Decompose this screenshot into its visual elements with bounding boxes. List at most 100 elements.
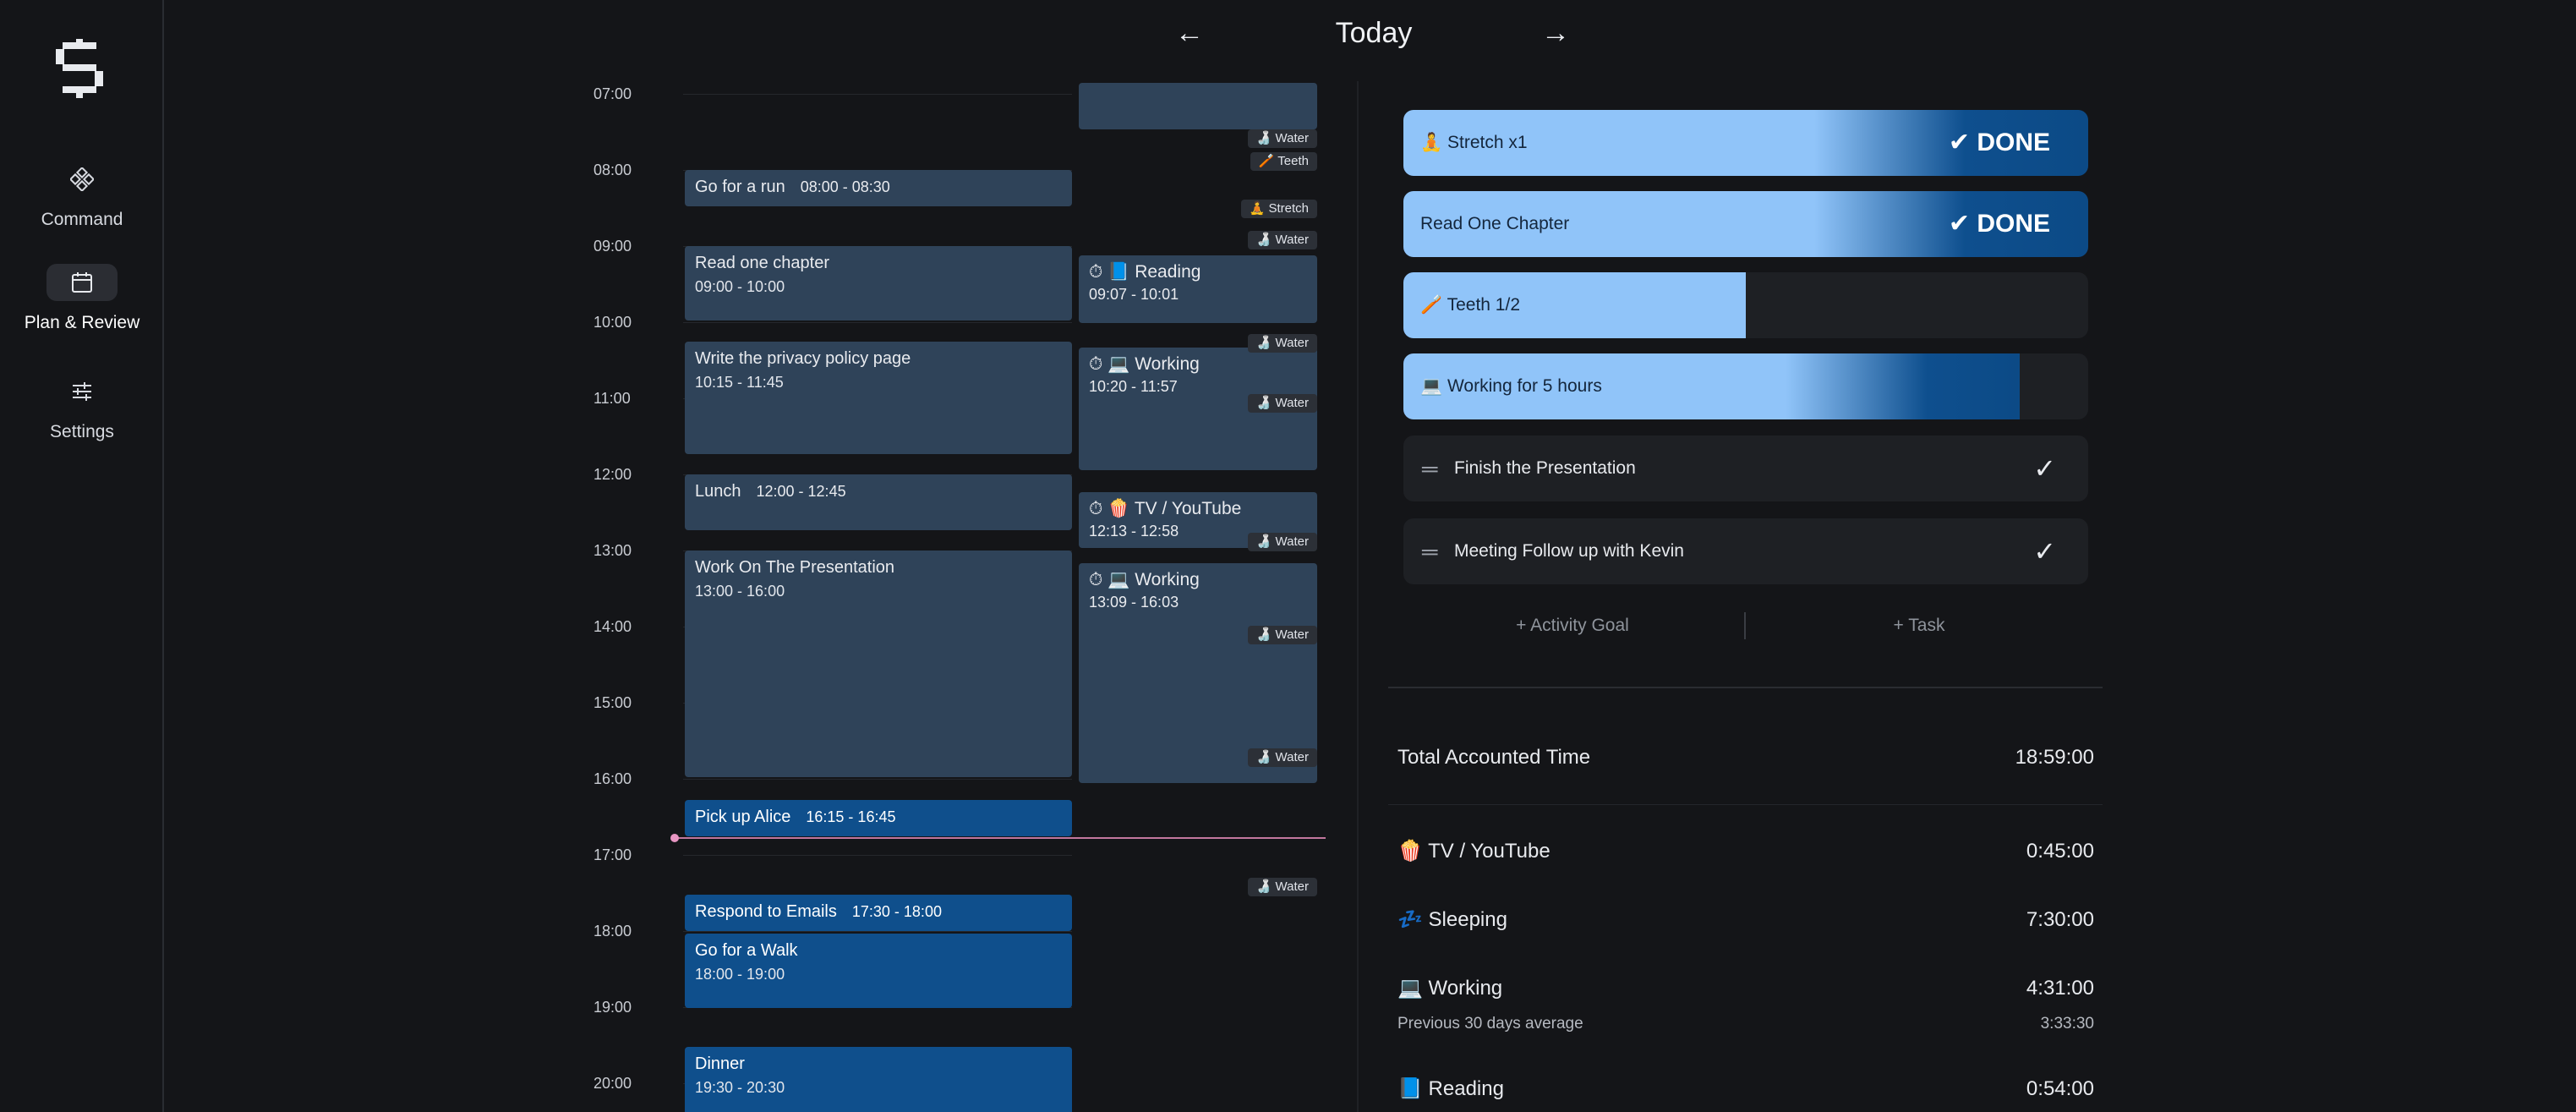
calendar-event[interactable]: Go for a Walk 18:00 - 19:00 xyxy=(685,934,1072,1008)
activity-goal[interactable]: 💻 Working for 5 hours xyxy=(1403,353,2088,419)
event-time: 17:30 - 18:00 xyxy=(851,903,942,920)
stat-label: 💤 Sleeping xyxy=(1397,908,1507,931)
event-title: Dinner xyxy=(695,1054,745,1073)
event-time: 18:00 - 19:00 xyxy=(695,966,785,983)
activity-title: ⏱ 💻 Working xyxy=(1089,354,1200,374)
stat-value: 0:54:00 xyxy=(2026,1077,2094,1100)
divider xyxy=(1744,612,1746,639)
calendar-event[interactable]: Work On The Presentation 13:00 - 16:00 xyxy=(685,551,1072,777)
habit-chip-teeth[interactable]: 🪥 Teeth xyxy=(1250,152,1317,171)
activity-title: ⏱ 📘 Reading xyxy=(1089,262,1201,282)
task-item[interactable]: ═ Finish the Presentation ✓ xyxy=(1403,435,2088,501)
stat-label: 💻 Working xyxy=(1397,977,1503,1000)
activity-time: 13:09 - 16:03 xyxy=(1089,594,1179,611)
event-time: 19:30 - 20:30 xyxy=(695,1079,785,1096)
task-label: Finish the Presentation xyxy=(1454,458,1636,478)
habit-chip-water[interactable]: 🍶 Water xyxy=(1247,129,1317,148)
habit-chip-water[interactable]: 🍶 Water xyxy=(1247,748,1317,767)
current-time-line xyxy=(675,837,1326,839)
event-title: Go for a run xyxy=(695,178,785,196)
activity-goal[interactable]: 🧘 Stretch x1 ✔ DONE xyxy=(1403,110,2088,176)
event-title: Read one chapter xyxy=(695,254,830,272)
hour-label: 11:00 xyxy=(593,390,631,407)
sidebar-item-label: Settings xyxy=(50,422,114,441)
command-icon xyxy=(46,161,118,198)
calendar-event[interactable]: Dinner 19:30 - 20:30 xyxy=(685,1047,1072,1112)
timeline: 07:00 08:00 09:00 10:00 11:00 12:00 13:0… xyxy=(592,68,1336,1112)
stat-label: 🍿 TV / YouTube xyxy=(1397,840,1551,863)
sidebar-item-label: Command xyxy=(41,210,123,229)
stat-value: 7:30:00 xyxy=(2026,908,2094,931)
current-time-dot xyxy=(670,834,679,842)
sidebar-item-settings[interactable]: Settings xyxy=(0,373,164,442)
task-label: Meeting Follow up with Kevin xyxy=(1454,541,1684,561)
event-time: 09:00 - 10:00 xyxy=(695,278,785,295)
habit-chip-stretch[interactable]: 🧘 Stretch xyxy=(1240,200,1317,218)
hour-label: 10:00 xyxy=(593,314,632,331)
hour-line xyxy=(683,94,1072,95)
sidebar: Command Plan & Review Settings xyxy=(0,0,164,1112)
habit-chip-water[interactable]: 🍶 Water xyxy=(1247,878,1317,896)
tracked-activity[interactable] xyxy=(1079,83,1317,129)
event-time: 10:15 - 11:45 xyxy=(695,374,784,391)
check-icon[interactable]: ✓ xyxy=(2033,435,2056,501)
total-time-label: Total Accounted Time xyxy=(1397,746,1591,769)
divider xyxy=(1388,687,2103,688)
activity-title: ⏱ 💻 Working xyxy=(1089,570,1200,589)
activity-time: 09:07 - 10:01 xyxy=(1089,286,1179,303)
arrow-right-icon[interactable]: → xyxy=(1534,12,1577,54)
event-time: 16:15 - 16:45 xyxy=(806,808,896,825)
calendar-event[interactable]: Read one chapter 09:00 - 10:00 xyxy=(685,246,1072,320)
event-title: Write the privacy policy page xyxy=(695,349,911,368)
stat-value: 4:31:00 xyxy=(2026,977,2094,1000)
habit-chip-water[interactable]: 🍶 Water xyxy=(1247,394,1317,413)
habit-chip-water[interactable]: 🍶 Water xyxy=(1247,533,1317,551)
drag-handle-icon[interactable]: ═ xyxy=(1422,518,1437,584)
sidebar-item-plan-review[interactable]: Plan & Review xyxy=(0,264,164,333)
hour-label: 12:00 xyxy=(593,466,632,483)
add-activity-goal-button[interactable]: + Activity Goal xyxy=(1403,607,1742,644)
panel-divider xyxy=(1357,81,1359,1112)
tracked-activity[interactable]: ⏱ 📘 Reading 09:07 - 10:01 xyxy=(1079,255,1317,323)
activity-goal[interactable]: 🪥 Teeth 1/2 xyxy=(1403,272,2088,338)
page-title: Today xyxy=(1335,17,1413,49)
total-time-value: 18:59:00 xyxy=(2015,746,2094,769)
habit-chip-water[interactable]: 🍶 Water xyxy=(1247,231,1317,249)
event-time: 08:00 - 08:30 xyxy=(800,178,890,195)
hour-label: 07:00 xyxy=(593,85,632,102)
activity-time: 10:20 - 11:57 xyxy=(1089,378,1178,395)
task-item[interactable]: ═ Meeting Follow up with Kevin ✓ xyxy=(1403,518,2088,584)
hour-label: 16:00 xyxy=(593,770,632,787)
calendar-event[interactable]: Pick up Alice 16:15 - 16:45 xyxy=(685,800,1072,836)
add-task-button[interactable]: + Task xyxy=(1750,607,2088,644)
stat-sub-label: Previous 30 days average xyxy=(1397,1015,1583,1033)
goal-label: 🪥 Teeth 1/2 xyxy=(1420,295,1521,315)
goal-done-badge: ✔ DONE xyxy=(1948,129,2050,156)
sidebar-item-label: Plan & Review xyxy=(24,313,140,332)
hour-label: 17:00 xyxy=(593,846,632,863)
habit-chip-water[interactable]: 🍶 Water xyxy=(1247,626,1317,644)
arrow-left-icon[interactable]: ← xyxy=(1168,12,1211,54)
divider xyxy=(1388,804,2103,805)
goal-done-badge: ✔ DONE xyxy=(1948,210,2050,238)
hour-label: 09:00 xyxy=(593,238,632,255)
calendar-event[interactable]: Write the privacy policy page 10:15 - 11… xyxy=(685,342,1072,454)
event-title: Lunch xyxy=(695,482,741,501)
s-logo-icon[interactable] xyxy=(56,37,105,98)
calendar-event[interactable]: Respond to Emails 17:30 - 18:00 xyxy=(685,895,1072,931)
sidebar-item-command[interactable]: Command xyxy=(0,161,164,230)
stat-value: 0:45:00 xyxy=(2026,840,2094,863)
hour-label: 14:00 xyxy=(593,618,632,635)
hour-label: 20:00 xyxy=(593,1075,632,1092)
calendar-event[interactable]: Go for a run 08:00 - 08:30 xyxy=(685,170,1072,206)
check-icon[interactable]: ✓ xyxy=(2033,518,2056,584)
calendar-event[interactable]: Lunch 12:00 - 12:45 xyxy=(685,474,1072,530)
stat-sub-value: 3:33:30 xyxy=(2040,1015,2094,1033)
event-title: Work On The Presentation xyxy=(695,558,895,577)
activity-goal[interactable]: Read One Chapter ✔ DONE xyxy=(1403,191,2088,257)
drag-handle-icon[interactable]: ═ xyxy=(1422,435,1437,501)
habit-chip-water[interactable]: 🍶 Water xyxy=(1247,334,1317,353)
goal-label: 🧘 Stretch x1 xyxy=(1420,133,1528,152)
event-time: 12:00 - 12:45 xyxy=(756,483,846,500)
hour-line xyxy=(683,322,1072,323)
